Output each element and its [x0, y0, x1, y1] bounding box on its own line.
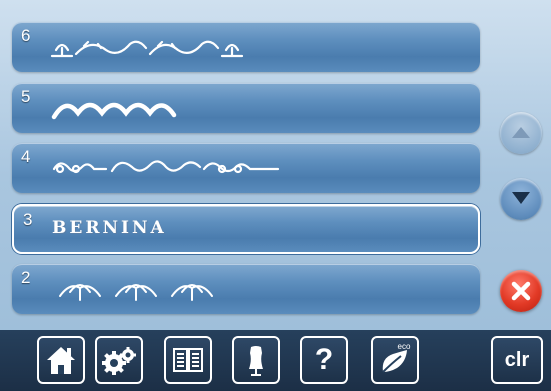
- stitch-row-5[interactable]: 5: [12, 83, 480, 133]
- home-icon: [47, 347, 75, 374]
- row-number: 5: [21, 87, 31, 106]
- help-button[interactable]: ?: [300, 336, 348, 384]
- close-button[interactable]: [500, 270, 542, 312]
- stitch-memory-screen: 6 5 4 3 BERNINA 2 ? eco clr: [0, 0, 551, 391]
- stitch-row-2[interactable]: 2: [12, 264, 480, 314]
- clear-button[interactable]: clr: [491, 336, 543, 384]
- wave-scallop-pattern: [51, 102, 177, 120]
- scroll-up-button[interactable]: [500, 112, 542, 154]
- arrow-up-icon: [512, 127, 530, 138]
- settings-gears-icon: [102, 347, 136, 375]
- stitch-row-6[interactable]: 6: [12, 22, 480, 72]
- lily-border-pattern: [50, 40, 244, 58]
- tutorial-book-icon: [173, 348, 203, 372]
- arrow-down-icon: [512, 192, 530, 204]
- row-number: 2: [21, 268, 31, 287]
- stitch-row-4[interactable]: 4: [12, 143, 480, 193]
- tutorial-button[interactable]: [164, 336, 212, 384]
- scroll-down-button[interactable]: [500, 178, 542, 220]
- sewing-consultant-button[interactable]: [232, 336, 280, 384]
- setup-button[interactable]: [95, 336, 143, 384]
- home-button[interactable]: [37, 336, 85, 384]
- help-label: ?: [314, 343, 334, 376]
- row-number: 4: [21, 147, 31, 166]
- scroll-vine-pattern: [52, 160, 280, 174]
- eco-button[interactable]: eco: [371, 336, 419, 384]
- eco-label: eco: [398, 342, 411, 351]
- close-x-icon: [511, 281, 531, 301]
- leaf-arch-pattern: [59, 284, 213, 301]
- eco-icon: eco: [382, 342, 411, 373]
- dress-form-icon: [249, 346, 263, 376]
- stitch-row-3[interactable]: 3 BERNINA: [12, 204, 480, 254]
- clr-label: clr: [504, 349, 530, 371]
- bernina-lettering: BERNINA: [52, 218, 167, 238]
- row-number: 6: [21, 26, 31, 45]
- bottom-toolbar: ? eco clr: [0, 330, 551, 391]
- row-number: 3: [23, 210, 33, 229]
